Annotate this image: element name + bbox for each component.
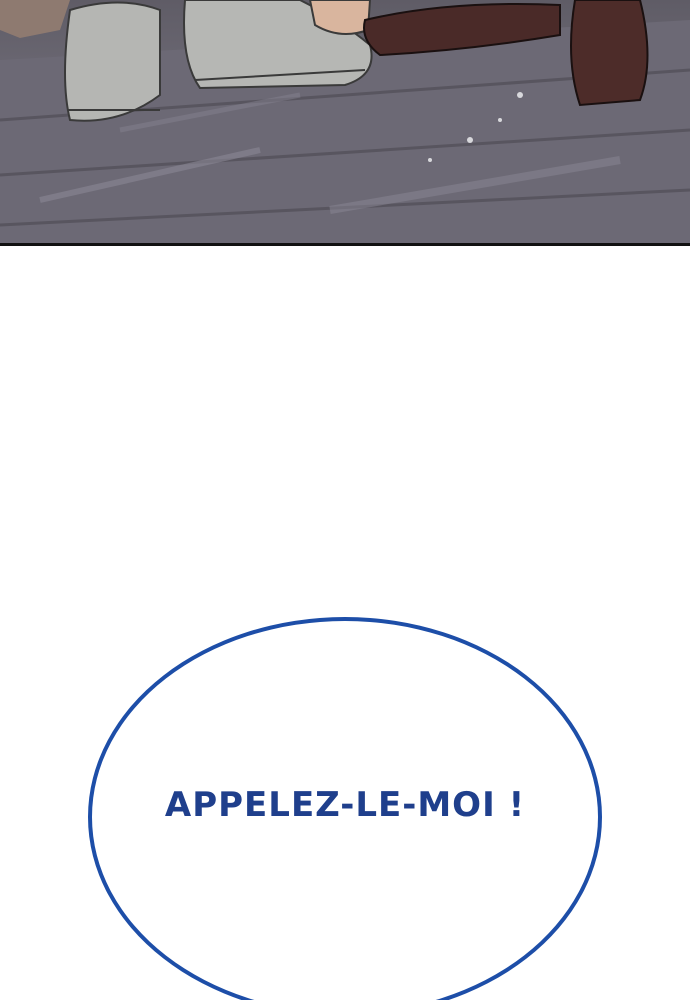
- sneaker-left: [64, 1, 161, 122]
- speech-bubble-text: APPELEZ-LE-MOI !: [164, 785, 526, 825]
- comic-panel-feet-on-floor: [0, 0, 690, 243]
- panel-illustration: [0, 0, 690, 243]
- panel-border: [0, 243, 690, 246]
- comic-page: APPELEZ-LE-MOI !: [0, 0, 690, 1000]
- hand-left: [0, 0, 70, 38]
